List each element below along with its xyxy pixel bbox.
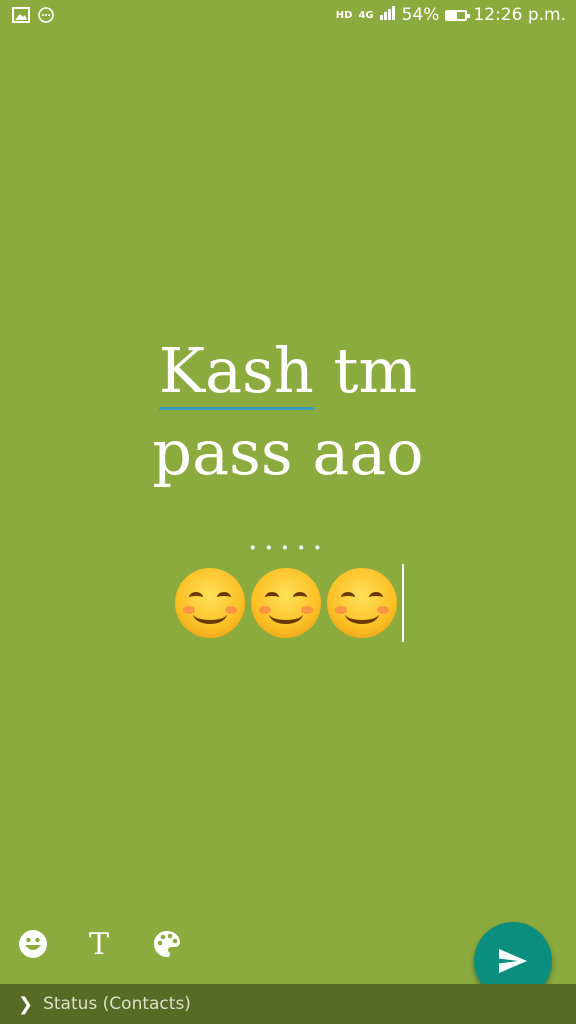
chevron-right-icon: ❯ xyxy=(18,993,34,1015)
palette-icon[interactable] xyxy=(150,927,184,961)
battery-percent: 54% xyxy=(401,5,440,25)
text-dots: ..... xyxy=(247,519,329,557)
hd-icon: HD xyxy=(335,9,353,21)
status-left xyxy=(12,7,54,28)
battery-icon xyxy=(445,9,471,21)
text-cursor xyxy=(402,564,404,642)
status-text-editor[interactable]: Kash tm pass aao ..... xyxy=(0,330,576,642)
status-right: HD 4G 54% 12:26 p.m. xyxy=(336,5,566,25)
emoji-row xyxy=(0,564,576,642)
status-bar: HD 4G 54% 12:26 p.m. xyxy=(0,0,576,32)
recipient-bar[interactable]: ❯ Status (Contacts) xyxy=(0,984,576,1024)
spellcheck-underlined-word[interactable]: Kash xyxy=(158,334,314,410)
smiling-emoji-icon xyxy=(175,568,245,638)
signal-icon xyxy=(379,5,396,25)
smiling-emoji-icon xyxy=(327,568,397,638)
gallery-icon xyxy=(12,7,30,28)
smiley-icon[interactable] xyxy=(16,927,50,961)
recipient-label: Status (Contacts) xyxy=(43,994,191,1014)
smiling-emoji-icon xyxy=(251,568,321,638)
send-icon xyxy=(499,949,527,973)
message-icon xyxy=(38,7,54,28)
text-line-1: Kash tm xyxy=(0,330,576,412)
network-type: 4G xyxy=(358,9,374,21)
clock: 12:26 p.m. xyxy=(473,5,566,25)
text-style-button[interactable]: T xyxy=(82,927,116,962)
text-line-2: pass aao xyxy=(152,416,424,489)
